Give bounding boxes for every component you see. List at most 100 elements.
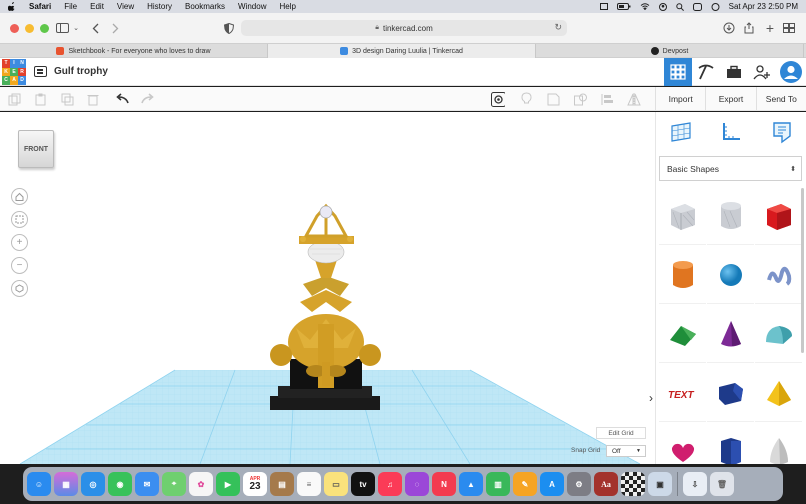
notes-tool-icon[interactable] — [770, 120, 794, 147]
duplicate-icon[interactable] — [60, 92, 74, 106]
menu-app-name[interactable]: Safari — [29, 2, 51, 11]
cone-icon[interactable] — [707, 305, 754, 363]
app-store-icon[interactable]: A — [540, 472, 564, 496]
maps-icon[interactable]: ⌖ — [162, 472, 186, 496]
heart-icon[interactable] — [659, 423, 706, 464]
minimize-window-button[interactable] — [25, 23, 34, 33]
pyramid-icon[interactable] — [755, 364, 802, 422]
wifi-icon[interactable] — [640, 3, 650, 10]
menu-view[interactable]: View — [117, 2, 134, 11]
import-button[interactable]: Import — [655, 87, 705, 110]
facetime-icon[interactable]: ▶ — [216, 472, 240, 496]
keyboard-icon[interactable] — [599, 3, 608, 10]
undo-icon[interactable] — [115, 92, 129, 106]
menu-window[interactable]: Window — [238, 2, 266, 11]
align-icon[interactable] — [600, 92, 614, 106]
cylinder-striped-icon[interactable] — [707, 187, 754, 245]
share-icon[interactable] — [742, 21, 756, 35]
export-button[interactable]: Export — [705, 87, 755, 110]
chevron-down-icon[interactable]: ⌄ — [69, 21, 83, 35]
box-icon[interactable] — [755, 187, 802, 245]
shapes-category-select[interactable]: Basic Shapes ⬍ — [659, 156, 802, 181]
text-icon[interactable]: TEXT — [659, 364, 706, 422]
safari-icon[interactable]: ◎ — [81, 472, 105, 496]
view-toggle-icon[interactable] — [491, 91, 505, 107]
paraboloid-icon[interactable] — [755, 423, 802, 464]
pages-icon[interactable]: ✎ — [513, 472, 537, 496]
polygon-icon[interactable] — [707, 364, 754, 422]
trash-icon[interactable] — [86, 92, 100, 106]
menu-bookmarks[interactable]: Bookmarks — [185, 2, 225, 11]
orthographic-toggle-button[interactable] — [11, 280, 28, 297]
blocks-view-button[interactable] — [692, 58, 720, 86]
design-menu-icon[interactable] — [34, 66, 47, 77]
privacy-shield-icon[interactable] — [222, 21, 236, 35]
notes-icon[interactable]: ▭ — [324, 472, 348, 496]
round-roof-icon[interactable] — [755, 305, 802, 363]
copy-icon[interactable] — [7, 92, 21, 106]
apple-icon[interactable] — [8, 2, 17, 11]
user-switch-icon[interactable] — [658, 2, 667, 11]
roof-icon[interactable] — [659, 305, 706, 363]
lightbulb-icon[interactable] — [519, 92, 533, 106]
ruler-tool-icon[interactable] — [719, 120, 743, 147]
scribble-icon[interactable] — [755, 246, 802, 304]
cylinder-icon[interactable] — [659, 246, 706, 304]
close-window-button[interactable] — [10, 23, 19, 33]
home-view-button[interactable] — [11, 188, 28, 205]
download-icon[interactable] — [722, 21, 736, 35]
preview-icon[interactable]: ▣ — [648, 472, 672, 496]
calendar-icon[interactable]: APR 23 — [243, 472, 267, 496]
zoom-window-button[interactable] — [40, 23, 49, 33]
messages-icon[interactable]: ◉ — [108, 472, 132, 496]
spotlight-icon[interactable] — [675, 2, 684, 11]
sidebar-toggle-icon[interactable] — [55, 21, 69, 35]
paste-icon[interactable] — [33, 92, 47, 106]
avatar[interactable] — [776, 58, 806, 86]
siri-icon[interactable] — [692, 2, 702, 11]
mirror-icon[interactable] — [627, 92, 641, 106]
workplane-tool-icon[interactable] — [669, 120, 693, 147]
tab-tinkercad[interactable]: 3D design Daring Luulia | Tinkercad — [268, 44, 536, 58]
music-icon[interactable]: ♫ — [378, 472, 402, 496]
keynote-icon[interactable]: ▲ — [459, 472, 483, 496]
menu-history[interactable]: History — [147, 2, 172, 11]
tab-sketchbook[interactable]: Sketchbook - For everyone who loves to d… — [0, 44, 268, 58]
downloads-stack-icon[interactable]: ⇩ — [683, 472, 707, 496]
lessons-button[interactable] — [720, 58, 748, 86]
chevron-right-icon[interactable]: › — [645, 388, 655, 408]
chess-icon[interactable] — [621, 472, 645, 496]
battery-icon[interactable] — [616, 3, 631, 10]
back-button[interactable] — [88, 21, 102, 35]
tinkercad-logo[interactable]: T I N K E R C A D — [2, 59, 26, 85]
photos-icon[interactable]: ✿ — [189, 472, 213, 496]
address-bar[interactable]: 🔒︎ tinkercad.com ↻ — [241, 20, 567, 36]
dictionary-icon[interactable]: Aa — [594, 472, 618, 496]
mail-icon[interactable]: ✉ — [135, 472, 159, 496]
redo-icon[interactable] — [141, 92, 155, 106]
reminders-icon[interactable]: ≡ — [297, 472, 321, 496]
box-striped-icon[interactable] — [659, 187, 706, 245]
send-to-button[interactable]: Send To — [755, 87, 806, 110]
3d-design-view-button[interactable] — [664, 58, 692, 86]
trash-icon[interactable]: 🗑︎ — [710, 472, 734, 496]
workplane-canvas[interactable]: FRONT + − › — [0, 112, 655, 464]
zoom-in-button[interactable]: + — [11, 234, 28, 251]
tab-overview-icon[interactable] — [782, 21, 796, 35]
add-user-button[interactable] — [748, 58, 776, 86]
fit-view-button[interactable] — [11, 211, 28, 228]
zoom-out-button[interactable]: − — [11, 257, 28, 274]
contacts-icon[interactable]: ▤ — [270, 472, 294, 496]
new-tab-button[interactable]: + — [763, 20, 777, 36]
menu-clock[interactable]: Sat Apr 23 2:50 PM — [729, 2, 798, 11]
group-icon[interactable] — [573, 92, 587, 106]
forward-button[interactable] — [108, 21, 122, 35]
design-title[interactable]: Gulf trophy — [54, 66, 108, 77]
launchpad-icon[interactable]: ▦ — [54, 472, 78, 496]
numbers-icon[interactable]: ▥ — [486, 472, 510, 496]
apple-tv-icon[interactable]: tv — [351, 472, 375, 496]
reload-icon[interactable]: ↻ — [554, 22, 562, 33]
news-icon[interactable]: N — [432, 472, 456, 496]
panel-scrollbar[interactable] — [801, 188, 804, 353]
hexagonal-prism-icon[interactable] — [707, 423, 754, 464]
